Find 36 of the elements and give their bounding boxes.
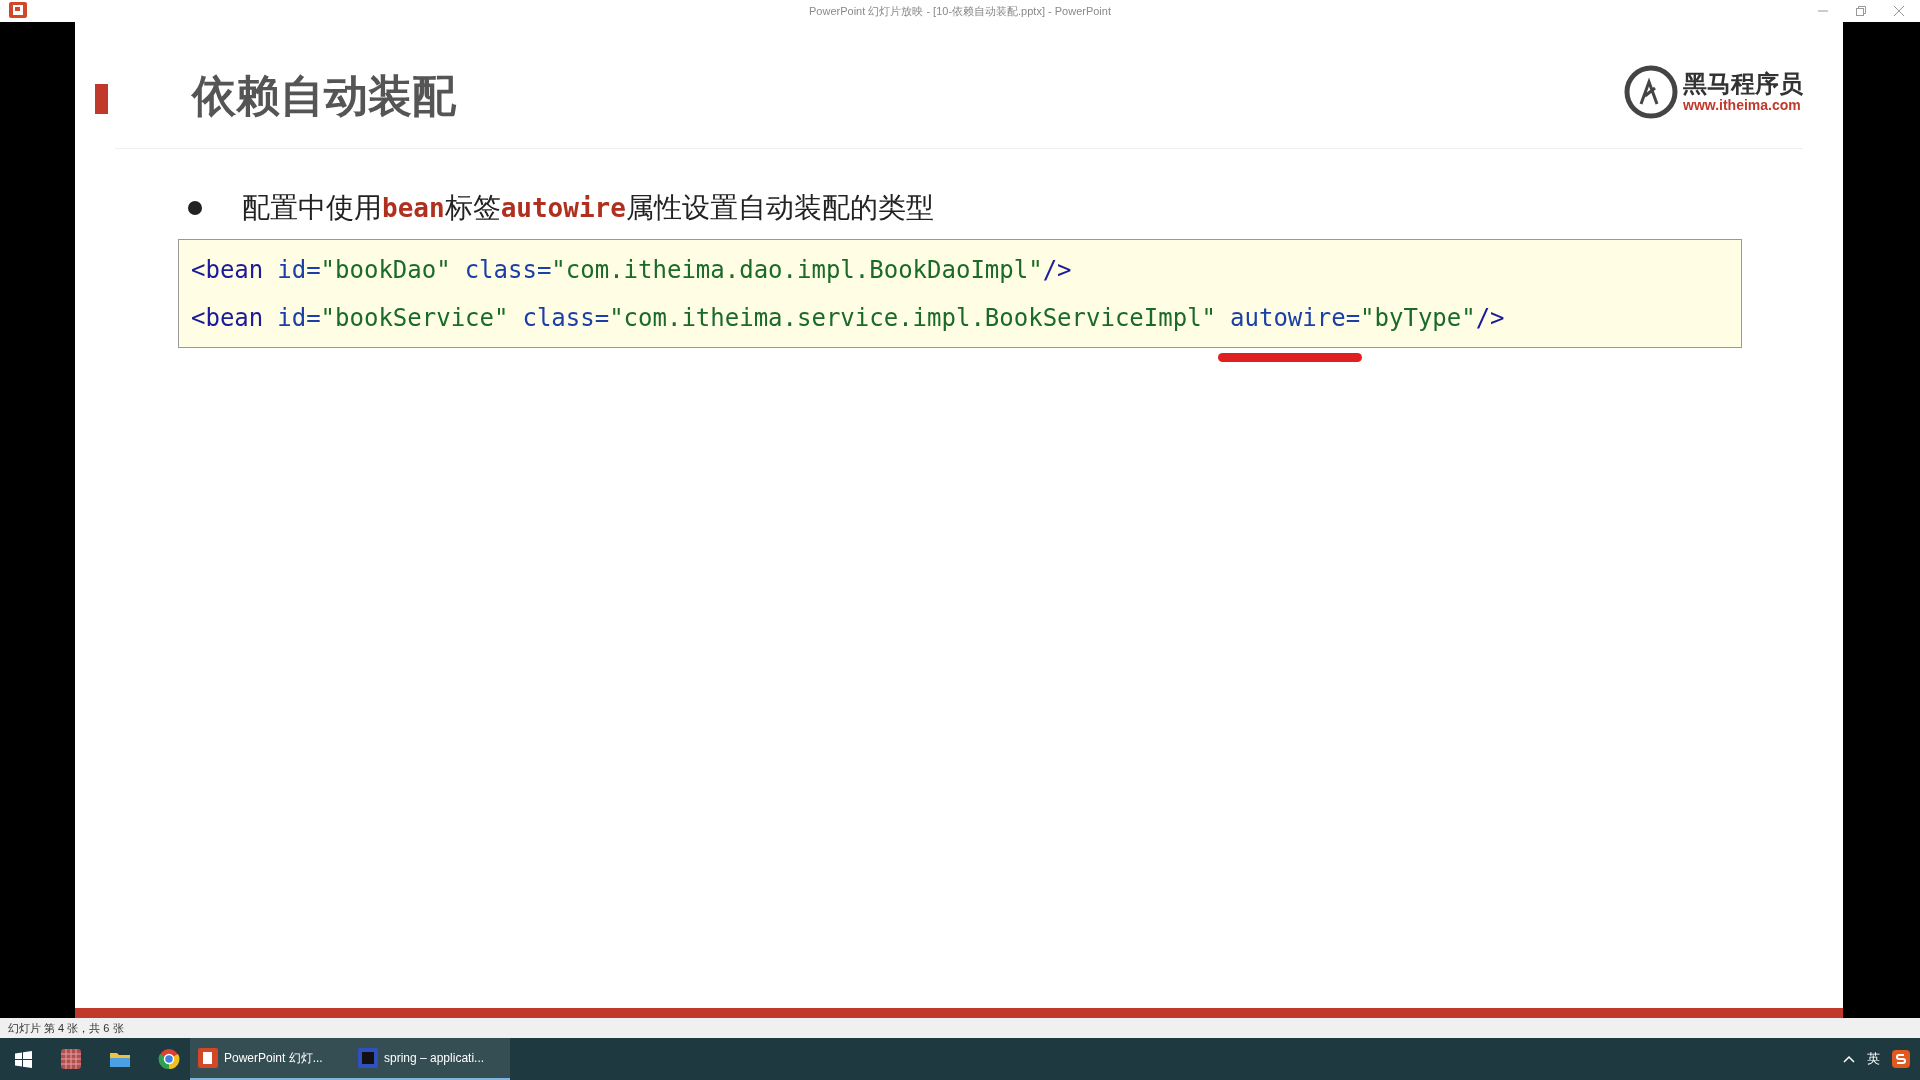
accent-bar <box>95 84 108 114</box>
code-string: "bookService" <box>320 302 509 334</box>
code-attribute: id= <box>277 254 321 286</box>
app-icon <box>198 1048 218 1068</box>
code-attribute: class= <box>522 302 610 334</box>
input-language-button[interactable]: 英 <box>1867 1049 1880 1069</box>
code-string: "byType" <box>1360 302 1476 334</box>
code-attribute: class= <box>464 254 552 286</box>
app-label: spring – applicati... <box>384 1050 485 1067</box>
app-icon <box>358 1048 378 1068</box>
code-attribute: autowire= <box>1230 299 1361 336</box>
code-tag: <bean <box>191 299 264 336</box>
window-title: PowerPoint 幻灯片放映 - [10-依赖自动装配.pptx] - PowerPoint <box>809 3 1111 19</box>
logo-name: 黑马程序员 <box>1683 72 1803 96</box>
code-attribute: id= <box>277 302 321 334</box>
code-tag: /> <box>1475 299 1505 336</box>
taskbar-app-button[interactable]: spring – applicati... <box>350 1038 510 1080</box>
logo-url: www.itheima.com <box>1683 98 1802 112</box>
restore-icon[interactable] <box>1856 6 1866 16</box>
slide-title: 依赖自动装配 <box>192 70 456 122</box>
code-string: "com.itheima.dao.impl.BookDaoImpl" <box>551 254 1043 286</box>
status-text: 幻灯片 第 4 张，共 6 张 <box>8 1020 124 1036</box>
chevron-up-icon[interactable] <box>1843 1055 1855 1063</box>
code-string: "com.itheima.service.impl.BookServiceImpl" <box>609 302 1217 334</box>
code-tag: <bean <box>191 251 264 288</box>
browser-icon[interactable] <box>158 1048 180 1070</box>
taskbar-app-button[interactable]: PowerPoint 幻灯... <box>190 1038 350 1080</box>
code-string: "bookDao" <box>320 254 451 286</box>
code-tag: /> <box>1042 251 1072 288</box>
input-method-icon[interactable] <box>1892 1050 1910 1068</box>
grid-app-icon[interactable] <box>60 1048 82 1070</box>
windows-start-icon[interactable] <box>15 1050 32 1068</box>
app-label: PowerPoint 幻灯... <box>224 1050 323 1067</box>
bullet-text: 配置中使用bean标签autowire属性设置自动装配的类型 <box>242 191 934 225</box>
folder-icon[interactable] <box>109 1050 131 1068</box>
close-icon[interactable] <box>1894 6 1904 16</box>
